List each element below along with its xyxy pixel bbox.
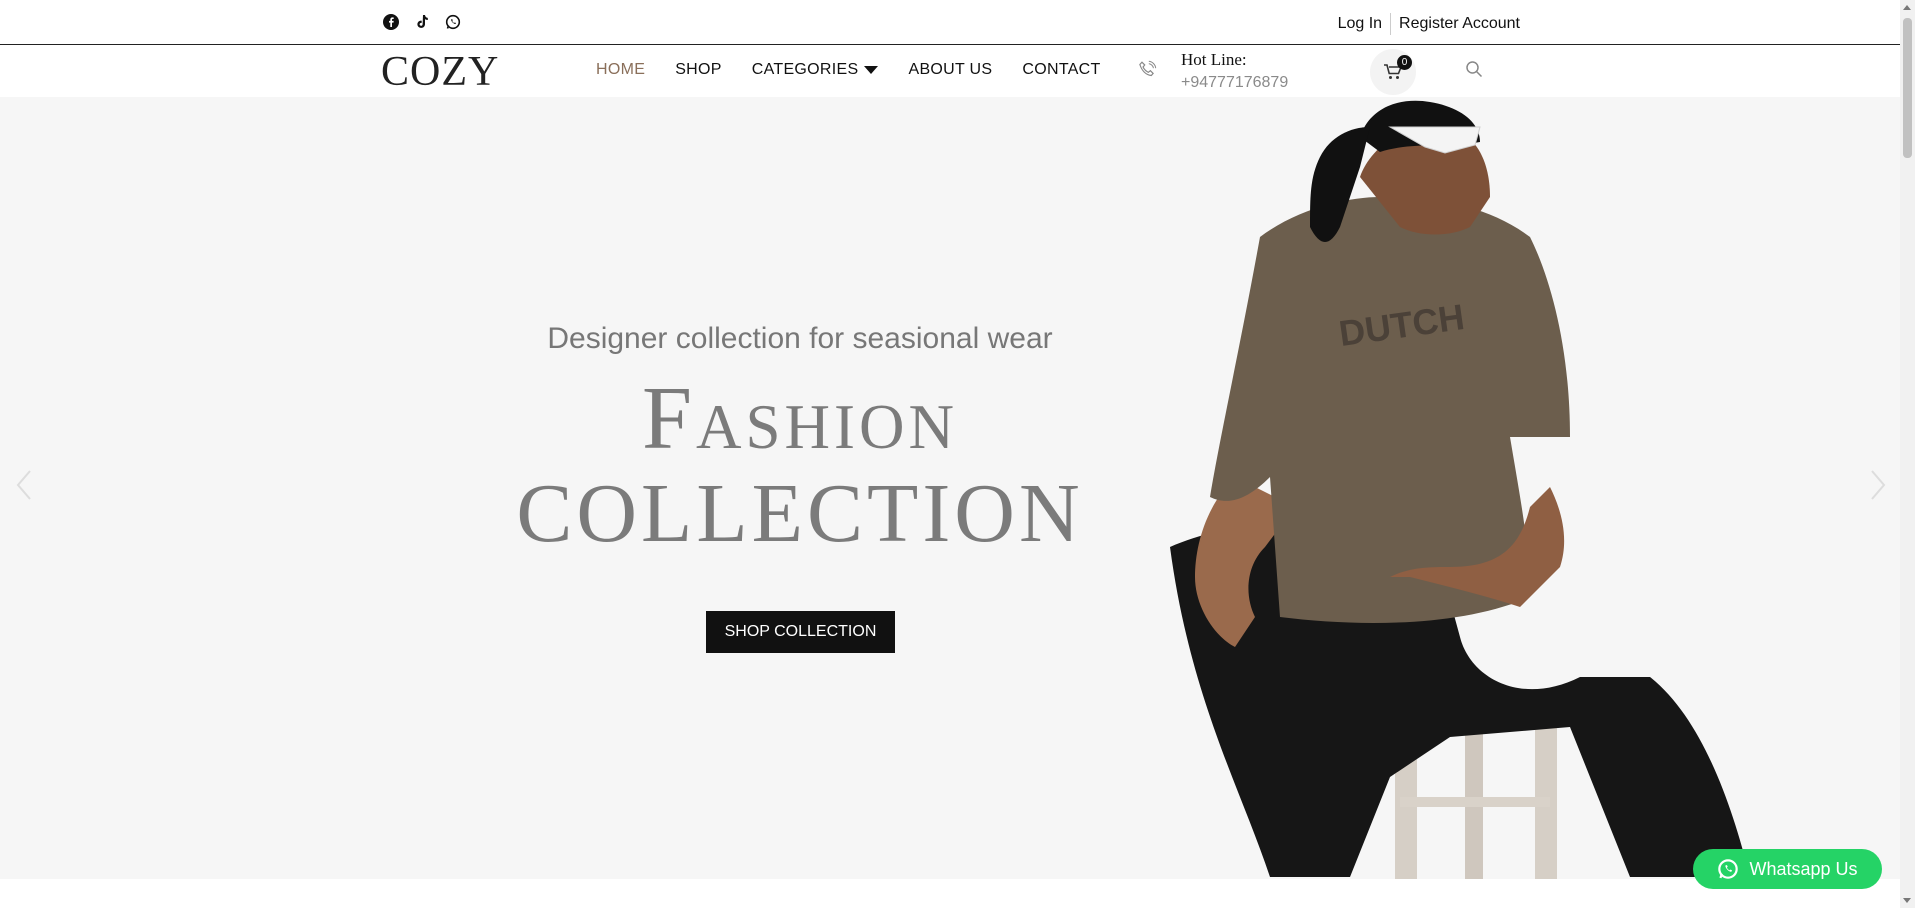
cart-button[interactable]: 0 [1370, 49, 1416, 95]
hero-model-image: DUTCH [1170, 100, 1750, 879]
nav-item-label: CONTACT [1022, 61, 1101, 78]
whatsapp-label: Whatsapp Us [1749, 858, 1858, 879]
auth-divider [1390, 13, 1392, 35]
hero-slider: Designer collection for seasional wear F… [0, 97, 1900, 879]
nav-item-label: SHOP [675, 61, 722, 78]
nav-item-label: CATEGORIES [751, 61, 859, 78]
scroll-down-arrow-icon[interactable] [1903, 898, 1911, 903]
scroll-up-arrow-icon[interactable] [1903, 5, 1911, 10]
nav-item-categories[interactable]: CATEGORIES [752, 61, 879, 79]
search-icon[interactable] [1465, 60, 1483, 83]
nav-item-label: ABOUT US [908, 61, 993, 78]
hotline-number[interactable]: +94777176879 [1181, 74, 1288, 92]
login-link[interactable]: Log In [1338, 15, 1382, 33]
phone-icon [1136, 59, 1158, 86]
scrollbar-thumb[interactable] [1903, 18, 1912, 158]
chevron-left-icon[interactable] [14, 467, 36, 508]
whatsapp-icon [1718, 859, 1739, 879]
social-links [381, 12, 462, 31]
hotline-label: Hot Line: [1181, 50, 1247, 69]
whatsapp-icon[interactable] [443, 12, 462, 31]
nav-item-contact[interactable]: CONTACT [1022, 61, 1100, 79]
facebook-icon[interactable] [381, 12, 400, 31]
main-menu: HOME SHOP CATEGORIES ABOUT US CONTACT [596, 61, 1101, 79]
register-link[interactable]: Register Account [1399, 15, 1520, 33]
chevron-right-icon[interactable] [1866, 467, 1888, 508]
top-bar: Log In Register Account [0, 0, 1900, 45]
nav-item-home[interactable]: HOME [596, 61, 645, 79]
nav-item-about-us[interactable]: ABOUT US [908, 61, 992, 79]
whatsapp-us-button[interactable]: Whatsapp Us [1693, 849, 1882, 889]
shop-collection-button[interactable]: SHOP COLLECTION [706, 611, 895, 653]
nav-item-label: HOME [596, 61, 646, 78]
main-navbar: COZY HOME SHOP CATEGORIES ABOUT US CONTA… [0, 45, 1900, 97]
hotline: Hot Line: +94777176879 [1181, 50, 1288, 92]
auth-links: Log In Register Account [1338, 13, 1520, 35]
nav-item-shop[interactable]: SHOP [675, 61, 722, 79]
caret-down-icon [864, 66, 879, 74]
page-scrollbar[interactable] [1900, 0, 1915, 908]
cart-count-badge: 0 [1397, 55, 1412, 70]
site-logo[interactable]: COZY [381, 48, 499, 96]
tiktok-icon[interactable] [412, 12, 431, 31]
